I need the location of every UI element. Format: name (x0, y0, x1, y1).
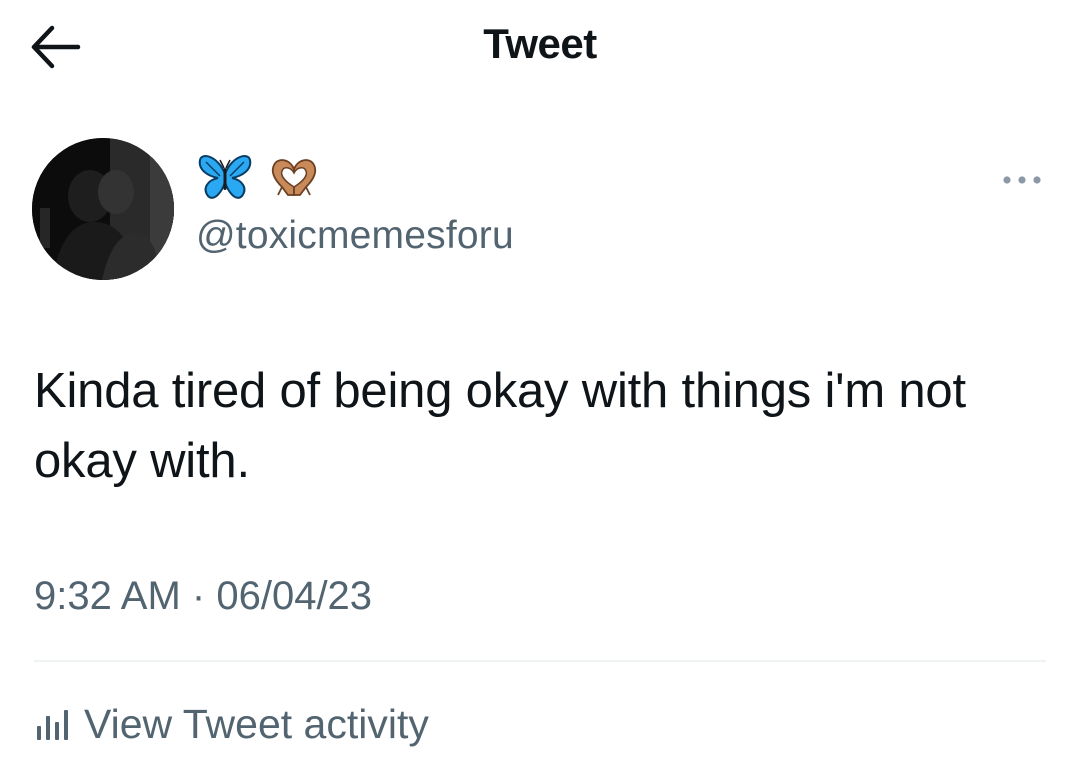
tweet-time: 9:32 AM (34, 574, 181, 618)
view-tweet-activity-label: View Tweet activity (84, 700, 429, 747)
meta-separator: · (191, 574, 206, 618)
page-title: Tweet (483, 20, 597, 67)
heart-hands-emoji-icon (271, 159, 317, 196)
tweet-date: 06/04/23 (216, 574, 373, 618)
butterfly-emoji-icon (198, 155, 252, 199)
more-options-button[interactable] (998, 166, 1046, 194)
view-tweet-activity-button[interactable]: View Tweet activity (34, 696, 429, 752)
user-handle[interactable]: @toxicmemesforu (196, 214, 514, 258)
avatar-photo (32, 138, 174, 280)
top-bar: Tweet (0, 0, 1080, 90)
display-name[interactable] (196, 150, 324, 202)
tweet-text: Kinda tired of being okay with things i'… (34, 364, 966, 488)
bar-chart-icon (37, 710, 68, 740)
tweet-timestamp[interactable]: 9:32 AM · 06/04/23 (34, 574, 372, 619)
more-options-icon (1003, 176, 1041, 184)
avatar[interactable] (32, 138, 174, 280)
divider (34, 660, 1046, 662)
